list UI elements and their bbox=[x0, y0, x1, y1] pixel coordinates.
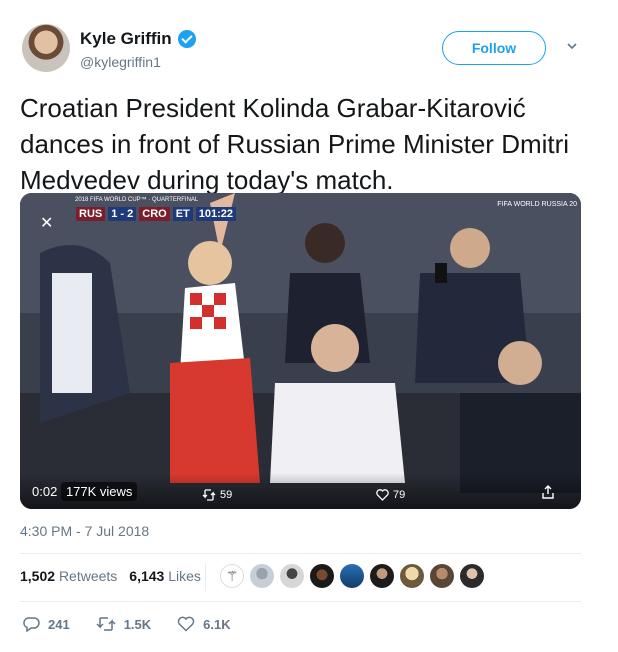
heart-icon bbox=[376, 489, 389, 501]
video-views: 177K views bbox=[60, 482, 138, 501]
verified-badge-icon bbox=[177, 30, 196, 48]
liker-avatar[interactable] bbox=[280, 564, 304, 588]
retweet-button[interactable]: 1.5K bbox=[96, 616, 151, 632]
extra-time: ET bbox=[172, 207, 193, 221]
video-like-count: 79 bbox=[393, 489, 406, 501]
scoreboard: RUS 1 - 2 CRO ET 101:22 bbox=[76, 207, 237, 221]
like-button[interactable]: 6.1K bbox=[177, 616, 231, 632]
liker-avatar[interactable] bbox=[310, 564, 334, 588]
liker-avatar[interactable] bbox=[250, 564, 274, 588]
likers-avatars: ⚚ bbox=[220, 564, 484, 588]
like-count: 6.1K bbox=[203, 616, 231, 632]
retweet-icon bbox=[202, 489, 216, 501]
reply-icon bbox=[23, 617, 40, 632]
retweets-count: 1,502 bbox=[20, 568, 56, 584]
reply-count: 241 bbox=[48, 616, 70, 632]
fifa-logo: FIFA WORLD RUSSIA 20 bbox=[497, 201, 577, 208]
scoreboard-title: 2018 FIFA WORLD CUP™ · QUARTERFINAL bbox=[75, 197, 199, 203]
liker-avatar[interactable] bbox=[340, 564, 364, 588]
likes-count: 6,143 bbox=[129, 568, 165, 584]
video-time-views: 0:02 177K views bbox=[32, 482, 138, 501]
share-icon[interactable] bbox=[541, 485, 555, 499]
tweet-actions: 241 1.5K 6.1K bbox=[22, 616, 257, 632]
author-avatar[interactable] bbox=[22, 24, 70, 72]
video-like[interactable]: 79 bbox=[376, 489, 405, 501]
divider bbox=[20, 553, 581, 554]
reply-button[interactable]: 241 bbox=[22, 616, 70, 632]
tweet-timestamp[interactable]: 4:30 PM - 7 Jul 2018 bbox=[20, 523, 149, 539]
likes-stat[interactable]: 6,143 Likes bbox=[129, 568, 201, 584]
video-retweet[interactable]: 59 bbox=[202, 489, 232, 501]
chevron-down-icon[interactable] bbox=[566, 40, 578, 52]
likes-label: Likes bbox=[168, 568, 201, 584]
team2: CRO bbox=[139, 207, 170, 221]
retweets-stat[interactable]: 1,502 Retweets bbox=[20, 568, 117, 584]
match-clock: 101:22 bbox=[195, 207, 237, 221]
retweets-label: Retweets bbox=[58, 568, 118, 584]
divider bbox=[20, 601, 581, 602]
liker-avatar[interactable]: ⚚ bbox=[220, 564, 244, 588]
score: 1 - 2 bbox=[108, 207, 137, 221]
tweet-stats: 1,502 Retweets 6,143 Likes bbox=[20, 568, 201, 584]
liker-avatar[interactable] bbox=[370, 564, 394, 588]
liker-avatar[interactable] bbox=[460, 564, 484, 588]
tweet-text: Croatian President Kolinda Grabar-Kitaro… bbox=[20, 93, 570, 195]
author-handle[interactable]: @kylegriffin1 bbox=[80, 54, 161, 70]
video-retweet-count: 59 bbox=[220, 489, 233, 501]
stats-separator bbox=[205, 563, 206, 591]
video-frame bbox=[20, 193, 581, 509]
retweet-icon bbox=[96, 617, 116, 631]
retweet-count: 1.5K bbox=[123, 616, 152, 632]
author-name[interactable]: Kyle Griffin bbox=[80, 29, 172, 49]
video-elapsed: 0:02 bbox=[32, 484, 58, 499]
author-name-row[interactable]: Kyle Griffin bbox=[80, 29, 196, 49]
follow-button[interactable]: Follow bbox=[442, 31, 546, 65]
close-icon[interactable]: ✕ bbox=[40, 213, 53, 233]
liker-avatar[interactable] bbox=[430, 564, 454, 588]
video-player[interactable]: 2018 FIFA WORLD CUP™ · QUARTERFINAL RUS … bbox=[20, 193, 581, 509]
team1: RUS bbox=[76, 207, 106, 221]
heart-icon bbox=[177, 616, 195, 632]
liker-avatar[interactable] bbox=[400, 564, 424, 588]
